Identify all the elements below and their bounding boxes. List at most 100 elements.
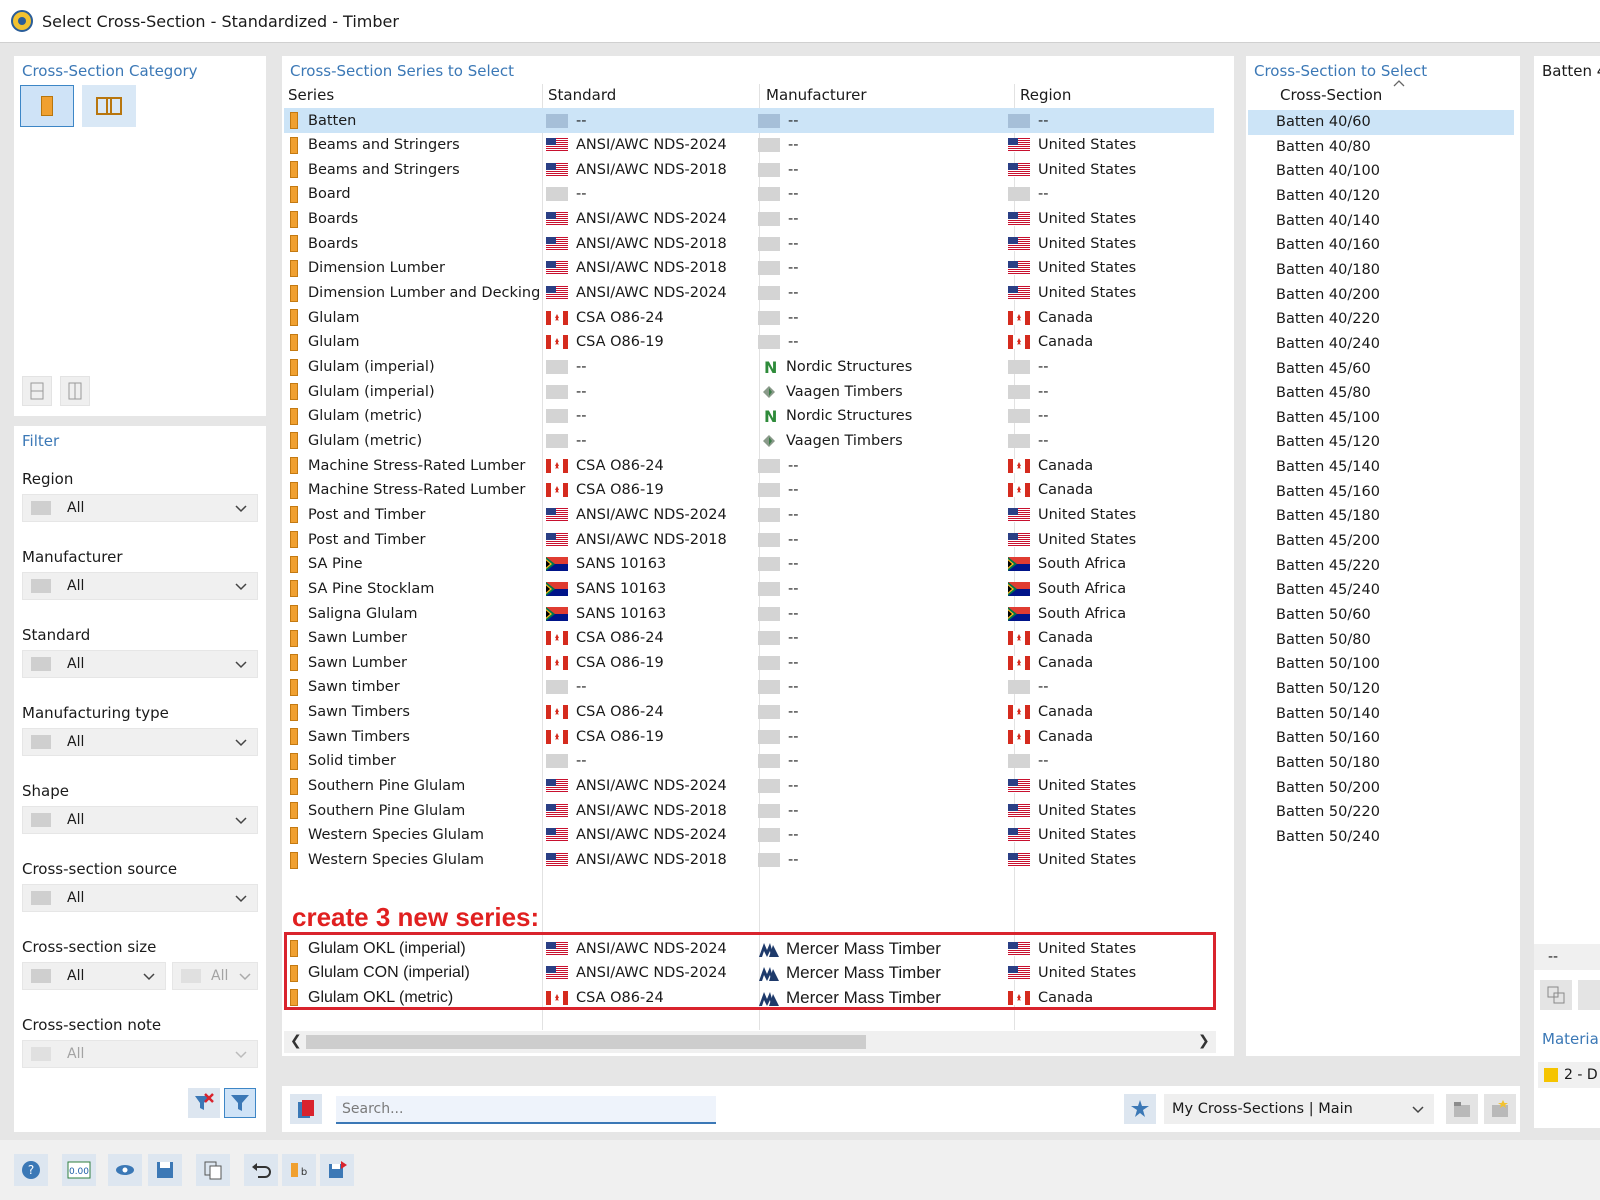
table-row[interactable]: SA Pine SANS 10163 -- South Africa bbox=[284, 552, 1214, 577]
cross-section-item[interactable]: Batten 50/160 bbox=[1276, 726, 1380, 751]
cross-section-item[interactable]: Batten 40/100 bbox=[1276, 159, 1380, 184]
table-row[interactable]: Post and Timber ANSI/AWC NDS-2018 -- United… bbox=[284, 527, 1214, 552]
cross-section-item[interactable]: Batten 45/160 bbox=[1276, 480, 1380, 505]
dimensions-button[interactable]: b bbox=[282, 1154, 316, 1186]
cross-section-item[interactable]: Batten 40/200 bbox=[1276, 283, 1380, 308]
cross-section-item[interactable]: Batten 40/140 bbox=[1276, 209, 1380, 234]
units-button[interactable]: 0.00 bbox=[62, 1154, 96, 1186]
cross-section-item[interactable]: Batten 50/140 bbox=[1276, 702, 1380, 727]
search-input[interactable]: Search... bbox=[336, 1096, 716, 1124]
table-row[interactable]: Southern Pine Glulam ANSI/AWC NDS-2024 -- U… bbox=[284, 774, 1214, 799]
collapse-button[interactable] bbox=[22, 376, 52, 406]
table-row[interactable]: Batten -- -- -- bbox=[284, 108, 1214, 133]
manufacturer-filter-select[interactable]: All bbox=[22, 572, 258, 600]
scroll-right-icon[interactable]: ❯ bbox=[1198, 1033, 1210, 1049]
scroll-left-icon[interactable]: ❮ bbox=[290, 1033, 302, 1049]
table-row[interactable]: Glulam (imperial) -- Vaagen Timbers -- bbox=[284, 379, 1214, 404]
cross-section-item[interactable]: Batten 45/120 bbox=[1276, 430, 1380, 455]
cross-section-item[interactable]: Batten 45/140 bbox=[1276, 455, 1380, 480]
table-row[interactable]: Machine Stress-Rated Lumber CSA O86-19 -- C… bbox=[284, 478, 1214, 503]
scrollbar-thumb[interactable] bbox=[306, 1035, 866, 1049]
cross-section-item[interactable]: Batten 50/120 bbox=[1276, 677, 1380, 702]
standard-filter-select[interactable]: All bbox=[22, 650, 258, 678]
material-row[interactable]: 2 - D bbox=[1538, 1062, 1600, 1088]
cross-section-item[interactable]: Batten 40/220 bbox=[1276, 307, 1380, 332]
expand-button[interactable] bbox=[60, 376, 90, 406]
series-column-header[interactable]: Series bbox=[288, 86, 334, 104]
save-button[interactable] bbox=[148, 1154, 182, 1186]
table-row[interactable]: Western Species Glulam ANSI/AWC NDS-2024 -… bbox=[284, 823, 1214, 848]
cross-section-item[interactable]: Batten 50/180 bbox=[1276, 751, 1380, 776]
table-row[interactable]: Sawn Timbers CSA O86-19 -- Canada bbox=[284, 724, 1214, 749]
table-row[interactable]: Sawn Lumber CSA O86-19 -- Canada bbox=[284, 650, 1214, 675]
cross-section-item[interactable]: Batten 45/80 bbox=[1276, 381, 1371, 406]
table-row[interactable]: SA Pine Stocklam SANS 10163 -- South Africa bbox=[284, 576, 1214, 601]
preview-tool-button[interactable] bbox=[1540, 980, 1572, 1010]
table-row[interactable]: Dimension Lumber and Decking ANSI/AWC NDS… bbox=[284, 281, 1214, 306]
manufacturer-column-header[interactable]: Manufacturer bbox=[766, 86, 867, 104]
cross-section-item[interactable]: Batten 45/100 bbox=[1276, 406, 1380, 431]
cross-section-item[interactable]: Batten 40/80 bbox=[1276, 135, 1371, 160]
table-row[interactable]: Glulam (metric) -- Vaagen Timbers -- bbox=[284, 428, 1214, 453]
manufacturing-type-filter-select[interactable]: All bbox=[22, 728, 258, 756]
cross-section-column-header[interactable]: Cross-Section bbox=[1280, 86, 1382, 104]
help-button[interactable]: ? bbox=[14, 1154, 48, 1186]
cross-section-item[interactable]: Batten 40/180 bbox=[1276, 258, 1380, 283]
cross-section-item[interactable]: Batten 50/240 bbox=[1276, 825, 1380, 850]
cross-section-item[interactable]: Batten 40/160 bbox=[1276, 233, 1380, 258]
table-row[interactable]: Board -- -- -- bbox=[284, 182, 1214, 207]
shape-filter-select[interactable]: All bbox=[22, 806, 258, 834]
cross-section-item[interactable]: Batten 50/100 bbox=[1276, 652, 1380, 677]
rectangle-category-button[interactable] bbox=[20, 85, 74, 127]
region-filter-select[interactable]: All bbox=[22, 494, 258, 522]
table-row[interactable]: Boards ANSI/AWC NDS-2018 -- United States bbox=[284, 231, 1214, 256]
cross-section-item[interactable]: Batten 45/220 bbox=[1276, 554, 1380, 579]
table-row[interactable]: Saligna Glulam SANS 10163 -- South Africa bbox=[284, 601, 1214, 626]
table-row[interactable]: Glulam (imperial) -- N Nordic Structures -- bbox=[284, 355, 1214, 380]
cross-section-item[interactable]: Batten 50/200 bbox=[1276, 776, 1380, 801]
cross-section-item[interactable]: Batten 40/240 bbox=[1276, 332, 1380, 357]
add-to-library-button[interactable] bbox=[1124, 1094, 1156, 1124]
cross-section-item[interactable]: Batten 45/60 bbox=[1276, 357, 1371, 382]
table-row[interactable]: Beams and Stringers ANSI/AWC NDS-2018 -- Un… bbox=[284, 157, 1214, 182]
new-library-button[interactable] bbox=[1484, 1094, 1516, 1124]
table-row[interactable]: Glulam CSA O86-19 -- Canada bbox=[284, 330, 1214, 355]
horizontal-scrollbar[interactable]: ❮ ❯ bbox=[284, 1031, 1216, 1053]
table-row[interactable]: Machine Stress-Rated Lumber CSA O86-24 -- C… bbox=[284, 453, 1214, 478]
export-button[interactable] bbox=[320, 1154, 354, 1186]
table-row[interactable]: Sawn Lumber CSA O86-24 -- Canada bbox=[284, 626, 1214, 651]
built-up-category-button[interactable] bbox=[82, 85, 136, 127]
preview-tool-button-2[interactable] bbox=[1578, 980, 1600, 1010]
table-row[interactable]: Glulam CSA O86-24 -- Canada bbox=[284, 305, 1214, 330]
cross-section-item[interactable]: Batten 40/60 bbox=[1276, 110, 1371, 135]
table-row[interactable]: Boards ANSI/AWC NDS-2024 -- United States bbox=[284, 207, 1214, 232]
standard-column-header[interactable]: Standard bbox=[548, 86, 616, 104]
cross-section-item[interactable]: Batten 50/80 bbox=[1276, 628, 1371, 653]
cross-section-item[interactable]: Batten 50/220 bbox=[1276, 800, 1380, 825]
table-row[interactable]: Dimension Lumber ANSI/AWC NDS-2018 -- Unite… bbox=[284, 256, 1214, 281]
series-tool-button[interactable] bbox=[290, 1094, 322, 1124]
table-row[interactable]: Southern Pine Glulam ANSI/AWC NDS-2018 -- U… bbox=[284, 798, 1214, 823]
source-filter-select[interactable]: All bbox=[22, 884, 258, 912]
sort-ascending-icon[interactable] bbox=[1392, 78, 1406, 88]
cross-section-item[interactable]: Batten 50/60 bbox=[1276, 603, 1371, 628]
cross-section-item[interactable]: Batten 45/180 bbox=[1276, 504, 1380, 529]
library-settings-button[interactable] bbox=[1446, 1094, 1478, 1124]
cross-section-item[interactable]: Batten 45/240 bbox=[1276, 578, 1380, 603]
table-row[interactable]: Sawn timber -- -- -- bbox=[284, 675, 1214, 700]
cross-section-item[interactable]: Batten 45/200 bbox=[1276, 529, 1380, 554]
view-button[interactable] bbox=[108, 1154, 142, 1186]
cross-section-item[interactable]: Batten 40/120 bbox=[1276, 184, 1380, 209]
copy-button[interactable] bbox=[196, 1154, 230, 1186]
region-column-header[interactable]: Region bbox=[1020, 86, 1071, 104]
filter-button[interactable] bbox=[224, 1088, 256, 1118]
table-row[interactable]: Beams and Stringers ANSI/AWC NDS-2024 -- Un… bbox=[284, 133, 1214, 158]
size-filter-select[interactable]: All bbox=[22, 962, 166, 990]
table-row[interactable]: Sawn Timbers CSA O86-24 -- Canada bbox=[284, 700, 1214, 725]
undo-button[interactable] bbox=[244, 1154, 278, 1186]
library-select[interactable]: My Cross-Sections | Main bbox=[1164, 1094, 1434, 1124]
clear-filter-button[interactable] bbox=[188, 1088, 220, 1118]
table-row[interactable]: Glulam (metric) -- N Nordic Structures -- bbox=[284, 404, 1214, 429]
table-row[interactable]: Solid timber -- -- -- bbox=[284, 749, 1214, 774]
table-row[interactable]: Western Species Glulam ANSI/AWC NDS-2018 -… bbox=[284, 848, 1214, 873]
